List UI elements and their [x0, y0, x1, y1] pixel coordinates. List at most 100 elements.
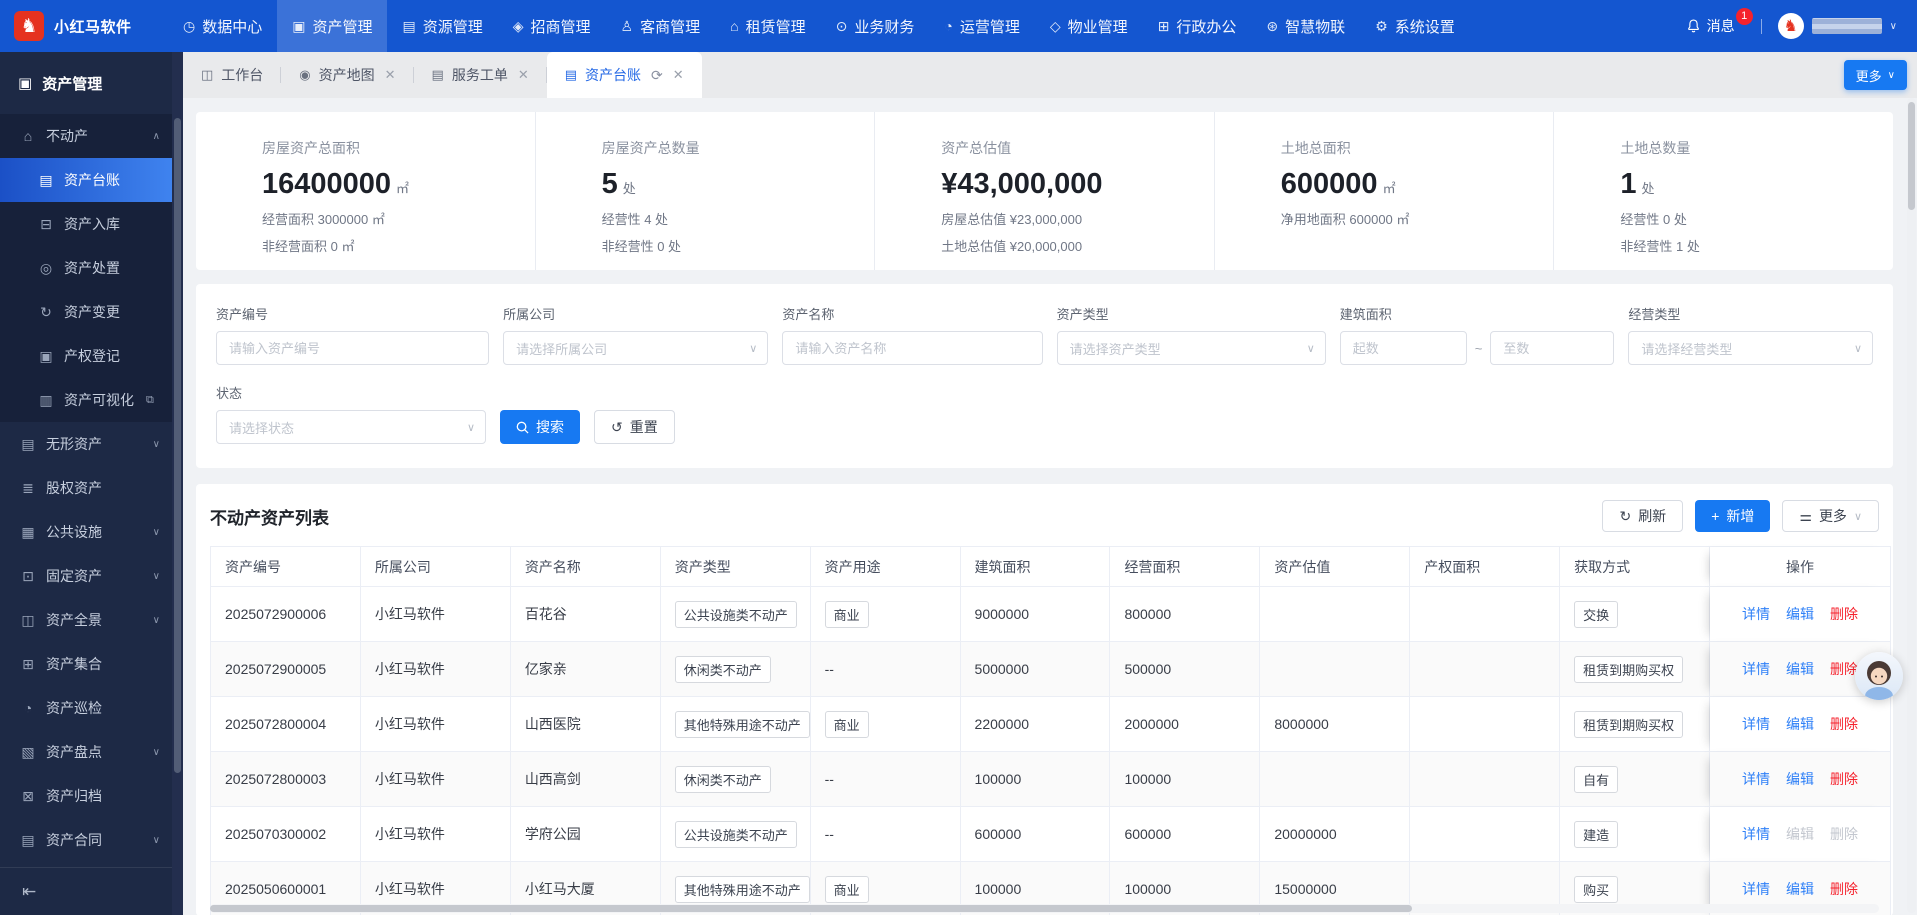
asset-type-select[interactable]: 请选择资产类型 ∨: [1057, 331, 1326, 365]
tab-资产台账[interactable]: ▤资产台账⟳✕: [547, 52, 702, 98]
building-area-from-input[interactable]: [1340, 331, 1467, 365]
sidebar-item-label: 资产可视化: [64, 390, 134, 410]
detail-link[interactable]: 详情: [1742, 824, 1770, 844]
stat-label: 土地总面积: [1281, 138, 1544, 158]
chevron-down-icon: ∨: [153, 615, 160, 626]
edit-link[interactable]: 编辑: [1786, 604, 1814, 624]
add-button[interactable]: + 新增: [1695, 500, 1770, 532]
nav-item-系统设置[interactable]: ⚙系统设置: [1360, 0, 1470, 52]
sidebar-item-资产合同[interactable]: ▤资产合同∨: [0, 818, 172, 862]
sidebar-item-公共设施[interactable]: ▦公共设施∨: [0, 510, 172, 554]
sidebar-item-资产处置[interactable]: ◎资产处置: [0, 246, 172, 290]
list-more-button[interactable]: ⚌ 更多 ∨: [1782, 500, 1879, 532]
sidebar-item-固定资产[interactable]: ⊡固定资产∨: [0, 554, 172, 598]
tab-close-icon[interactable]: ✕: [673, 67, 684, 83]
cell-company: 小红马软件: [361, 642, 511, 697]
sidebar-item-资产全景[interactable]: ◫资产全景∨: [0, 598, 172, 642]
horizontal-scrollbar[interactable]: [210, 904, 1879, 913]
stat-label: 土地总数量: [1620, 138, 1883, 158]
page-vertical-scrollbar[interactable]: [1907, 98, 1916, 913]
nav-item-客商管理[interactable]: ♙客商管理: [606, 0, 716, 52]
detail-link[interactable]: 详情: [1742, 714, 1770, 734]
tab-资产地图[interactable]: ◉资产地图✕: [281, 52, 413, 98]
building-area-to-input[interactable]: [1490, 331, 1614, 365]
tab-close-icon[interactable]: ✕: [385, 67, 396, 83]
stat-subline: 土地总估值 ¥20,000,000: [941, 236, 1204, 255]
messages-button[interactable]: 消息 1: [1686, 16, 1745, 36]
tab-服务工单[interactable]: ▤服务工单✕: [414, 52, 547, 98]
nav-item-数据中心[interactable]: ◷数据中心: [168, 0, 277, 52]
status-select[interactable]: 请选择状态 ∨: [216, 410, 486, 444]
cell-operating-area: 100000: [1110, 752, 1260, 807]
company-select[interactable]: 请选择所属公司 ∨: [503, 331, 768, 365]
sidebar-item-资产台账[interactable]: ▤资产台账: [0, 158, 172, 202]
filter-label-asset-type: 资产类型: [1057, 304, 1326, 323]
cell-property-area: [1410, 642, 1560, 697]
delete-link[interactable]: 删除: [1830, 769, 1858, 789]
tabbar-more-button[interactable]: 更多 ∨: [1844, 60, 1907, 90]
chevron-down-icon: ∨: [153, 439, 160, 450]
nav-item-运营管理[interactable]: ◔运营管理: [929, 0, 1034, 52]
sidebar-item-资产入库[interactable]: ⊟资产入库: [0, 202, 172, 246]
detail-link[interactable]: 详情: [1742, 659, 1770, 679]
content-left-scrollbar[interactable]: [172, 52, 183, 915]
value-tag: 其他特殊用途不动产: [675, 711, 810, 738]
delete-link[interactable]: 删除: [1830, 879, 1858, 899]
detail-link[interactable]: 详情: [1742, 879, 1770, 899]
sidebar-item-资产可视化[interactable]: ▥资产可视化⧉: [0, 378, 172, 422]
delete-link[interactable]: 删除: [1830, 659, 1858, 679]
edit-link[interactable]: 编辑: [1786, 879, 1814, 899]
nav-item-租赁管理[interactable]: ⌂租赁管理: [715, 0, 820, 52]
refresh-button[interactable]: ↻ 刷新: [1602, 500, 1683, 532]
edit-link[interactable]: 编辑: [1786, 659, 1814, 679]
edit-link[interactable]: 编辑: [1786, 714, 1814, 734]
tab-refresh-icon[interactable]: ⟳: [651, 67, 663, 84]
column-header-经营面积: 经营面积: [1110, 547, 1260, 587]
sidebar-item-资产盘点[interactable]: ▧资产盘点∨: [0, 730, 172, 774]
nav-item-资源管理[interactable]: ▤资源管理: [387, 0, 497, 52]
cell-company: 小红马软件: [361, 587, 511, 642]
stat-value: 5处: [602, 168, 865, 201]
user-menu[interactable]: ♞ ∨: [1778, 13, 1897, 39]
data-center-icon: ◷: [183, 18, 195, 35]
edit-link[interactable]: 编辑: [1786, 769, 1814, 789]
sidebar-item-无形资产[interactable]: ▤无形资产∨: [0, 422, 172, 466]
nav-item-行政办公[interactable]: ⊞行政办公: [1143, 0, 1252, 52]
tab-close-icon[interactable]: ✕: [518, 67, 529, 83]
navbar-menu: ◷数据中心▣资产管理▤资源管理◈招商管理♙客商管理⌂租赁管理⊙业务财务◔运营管理…: [168, 0, 1470, 52]
scrollbar-thumb[interactable]: [174, 118, 181, 773]
sidebar-item-资产变更[interactable]: ↻资产变更: [0, 290, 172, 334]
operating-type-select[interactable]: 请选择经营类型 ∨: [1628, 331, 1873, 365]
nav-item-智慧物联[interactable]: ⊛智慧物联: [1251, 0, 1360, 52]
sidebar-item-资产归档[interactable]: ⊠资产归档: [0, 774, 172, 818]
nav-item-物业管理[interactable]: ◇物业管理: [1035, 0, 1143, 52]
asset-dispose-icon: ◎: [38, 260, 54, 277]
nav-item-资产管理[interactable]: ▣资产管理: [277, 0, 387, 52]
scrollbar-thumb[interactable]: [1908, 102, 1915, 210]
delete-link[interactable]: 删除: [1830, 604, 1858, 624]
assistant-avatar[interactable]: [1855, 652, 1903, 700]
tab-工作台[interactable]: ◫工作台: [183, 52, 281, 98]
stat-subline: 经营面积 3000000 ㎡: [262, 209, 525, 228]
sidebar-item-资产巡检[interactable]: ◔资产巡检: [0, 686, 172, 730]
search-button[interactable]: 搜索: [500, 410, 580, 444]
sidebar-item-不动产[interactable]: ⌂不动产∧: [0, 114, 172, 158]
sidebar-item-产权登记[interactable]: ▣产权登记: [0, 334, 172, 378]
sidebar-collapse-button[interactable]: ⇤: [0, 867, 172, 915]
asset-mgmt-icon: ▣: [292, 18, 305, 35]
search-icon: [516, 421, 529, 434]
delete-link[interactable]: 删除: [1830, 714, 1858, 734]
detail-link[interactable]: 详情: [1742, 604, 1770, 624]
ledger-icon: ▤: [38, 172, 54, 189]
detail-link[interactable]: 详情: [1742, 769, 1770, 789]
asset-name-input[interactable]: [782, 331, 1042, 365]
asset-no-input[interactable]: [216, 331, 489, 365]
cell-acquisition: 交换: [1560, 587, 1710, 642]
reset-button[interactable]: ↺ 重置: [594, 410, 675, 444]
cell-company: 小红马软件: [361, 807, 511, 862]
sidebar-item-股权资产[interactable]: ≣股权资产: [0, 466, 172, 510]
nav-item-业务财务[interactable]: ⊙业务财务: [821, 0, 930, 52]
sidebar-item-资产集合[interactable]: ⊞资产集合: [0, 642, 172, 686]
scrollbar-thumb[interactable]: [210, 905, 1412, 912]
nav-item-招商管理[interactable]: ◈招商管理: [498, 0, 606, 52]
